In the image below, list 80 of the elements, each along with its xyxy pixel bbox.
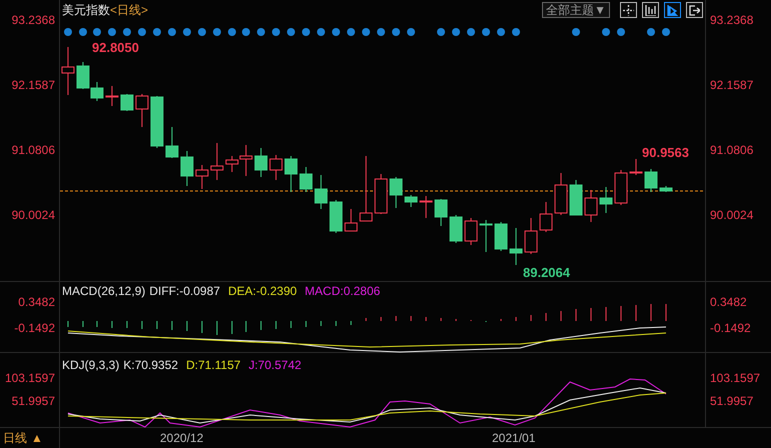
candlestick [480,220,492,252]
diff-value: DIFF:-0.0987 [149,284,220,298]
price-axis-label: 90.0024 [710,208,754,222]
candlestick [76,62,90,90]
candlestick [106,86,118,106]
candlestick [644,168,658,192]
candlestick [166,126,178,158]
candlestick [434,198,448,226]
candlestick [390,176,402,208]
candlestick [314,174,328,210]
candlestick [196,164,208,190]
toolbar-button[interactable] [620,2,637,18]
price-axis-label: 93.2368 [710,13,754,27]
candlestick [660,186,672,192]
candlestick [524,218,538,254]
macd-title: MACD(26,12,9) [62,284,146,298]
candlestick [150,96,164,148]
candlestick [374,174,388,214]
candlestick [330,200,342,234]
candlestick [420,196,432,218]
candlestick [136,94,148,128]
bar-chart-icon [645,4,656,16]
kdj-axis-label: 103.1597 [710,371,760,385]
price-axis-label: 90.0024 [12,208,55,222]
candlestick [540,202,552,232]
candlestick [584,190,598,222]
candlestick [344,208,358,232]
macd-axis-label: 0.3482 [18,295,55,309]
candlestick [494,222,508,252]
candlestick [180,150,194,186]
period-selector[interactable]: 日线 ▲ [0,428,60,448]
price-axis-label: 93.2368 [12,13,55,27]
play-icon [667,4,678,16]
candlestick [450,214,462,244]
crosshair-icon [623,4,634,16]
candlestick [300,166,312,192]
price-axis-label: 91.0806 [710,143,754,157]
low-price-label: 89.2064 [523,265,570,280]
macd-axis-label: -0.1492 [710,321,751,335]
date-axis-label: 2021/01 [492,431,536,445]
candlestick [464,218,478,246]
kdj-axis-label: 51.9957 [12,394,55,408]
theme-dropdown[interactable]: 全部主题▼ [542,2,610,18]
candlestick [90,82,104,102]
candlestick [404,194,418,208]
macd-value: MACD:0.2806 [304,284,380,298]
chart-title: 美元指数 [62,2,110,18]
candlestick [284,156,298,192]
candlestick [600,186,612,214]
candlestick [254,148,268,178]
toolbar-button[interactable] [664,2,681,18]
toolbar-button[interactable] [686,2,703,18]
kdj-title: KDJ(9,3,3) [62,358,120,372]
toolbar-button[interactable] [642,2,659,18]
candlestick [210,142,224,180]
candlestick [554,172,568,216]
candlestick [360,156,372,222]
j-value: J:70.5742 [248,358,302,372]
candlestick [510,228,522,266]
macd-axis-label: 0.3482 [710,295,747,309]
candlestick [62,46,74,96]
candlestick [630,158,642,176]
exit-icon [689,4,700,16]
k-value: K:70.9352 [123,358,178,372]
d-value: D:71.1157 [186,358,241,372]
price-axis-label: 92.1587 [12,78,55,92]
price-axis-label: 92.1587 [710,78,754,92]
period-label: <日线> [110,2,148,18]
kdj-axis-label: 103.1597 [4,371,55,385]
dea-value: DEA:-0.2390 [228,284,297,298]
price-axis-label: 91.0806 [12,143,55,157]
high-price-label: 90.9563 [642,145,689,160]
candlestick [270,154,282,180]
high-price-label: 92.8050 [92,40,139,55]
candlestick [570,180,582,216]
kdj-axis-label: 51.9957 [710,394,754,408]
macd-axis-label: -0.1492 [14,321,55,335]
date-axis-label: 2020/12 [160,431,204,445]
candlestick [120,94,134,112]
candlestick [614,170,628,206]
